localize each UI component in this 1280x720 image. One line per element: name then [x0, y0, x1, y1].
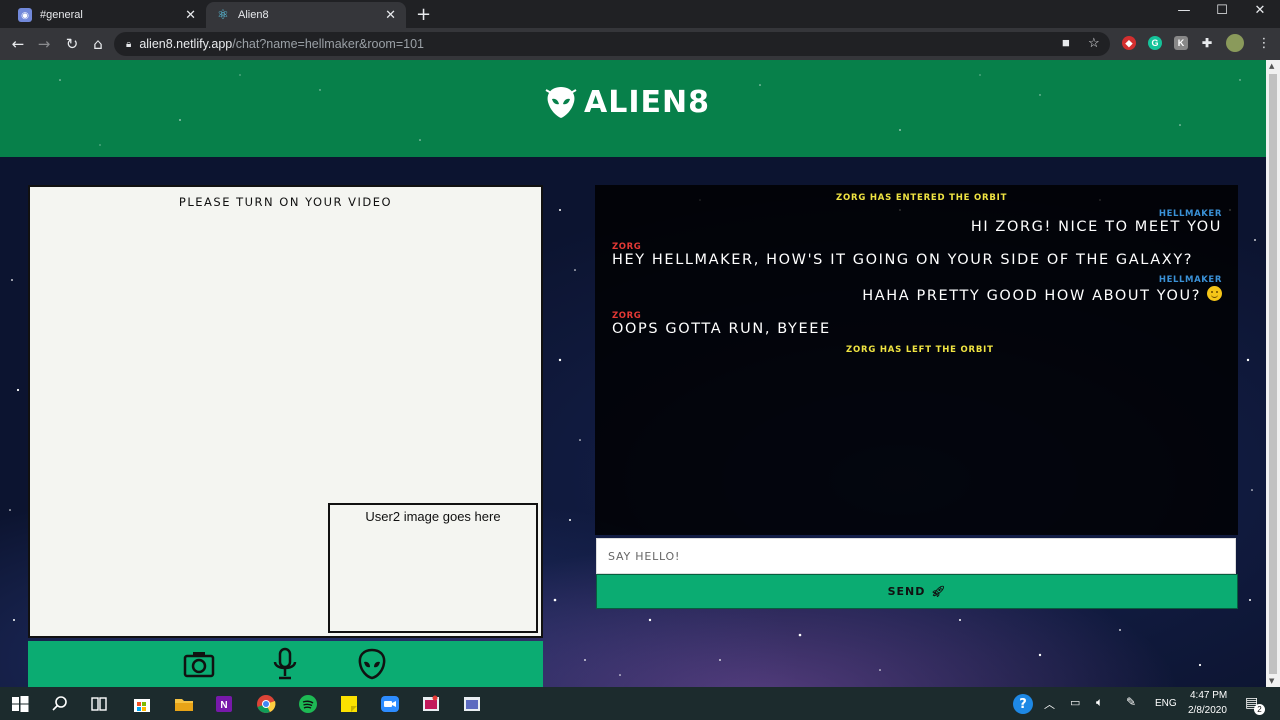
extension-k-icon[interactable]: K [1174, 36, 1188, 50]
rocket-icon: 🚀︎ [931, 585, 947, 598]
send-button[interactable]: SEND 🚀︎ [596, 574, 1238, 609]
microphone-icon[interactable] [268, 647, 302, 681]
minimize-button[interactable]: — [1166, 3, 1202, 18]
scroll-down-arrow-icon[interactable]: ▼ [1269, 677, 1274, 685]
extension-shield-icon[interactable]: ◆ [1122, 36, 1136, 50]
message-text: HAHA PRETTY GOOD HOW ABOUT YOU? [862, 288, 1201, 304]
message-sender: HELLMAKER [1158, 209, 1222, 219]
volume-icon[interactable]: 🔈︎ [1096, 695, 1103, 710]
message-sender: ZORG [612, 311, 642, 321]
send-button-label: SEND [887, 585, 926, 598]
spotify-icon[interactable] [296, 692, 320, 716]
battery-icon[interactable]: ▭ [1070, 696, 1080, 709]
store-icon[interactable] [130, 692, 154, 716]
profile-avatar-icon[interactable] [1226, 34, 1244, 52]
tab-alien8[interactable]: ⚛ Alien8 ✕ [206, 2, 406, 28]
message-input[interactable] [596, 538, 1236, 574]
app-header: ALIEN8 [0, 60, 1266, 157]
back-icon[interactable]: ← [8, 34, 28, 54]
forward-icon[interactable]: → [34, 34, 54, 54]
browser-tab-bar: ◉ #general ✕ ⚛ Alien8 ✕ + — ☐ ✕ [0, 0, 1280, 28]
window-close-button[interactable]: ✕ [1242, 3, 1278, 18]
message-text: HEY HELLMAKER, HOW'S IT GOING ON YOUR SI… [612, 252, 1194, 268]
user2-placeholder-text: User2 image goes here [365, 509, 501, 524]
message-row: HAHA PRETTY GOOD HOW ABOUT YOU? [862, 286, 1222, 304]
maximize-button[interactable]: ☐ [1204, 3, 1240, 18]
windows-taskbar: N ? ︿ ▭ 🔈︎ ✎ ENG 4:47 PM 2/8/2020 ▤ 2 [0, 687, 1280, 720]
url-host: alien8.netlify.app [139, 37, 233, 51]
video-panel: PLEASE TURN ON YOUR VIDEO User2 image go… [28, 185, 543, 638]
chat-messages-panel: ZORG HAS ENTERED THE ORBIT HELLMAKER HI … [595, 185, 1238, 535]
message-sender: HELLMAKER [1158, 275, 1222, 285]
app-window-icon[interactable] [419, 692, 443, 716]
menu-icon[interactable]: ⋮ [1254, 34, 1274, 54]
media-controls-bar [28, 641, 543, 687]
discord-favicon-icon: ◉ [18, 8, 32, 22]
reload-icon[interactable]: ↻ [62, 34, 82, 54]
user2-video-box: User2 image goes here [328, 503, 538, 633]
scroll-up-arrow-icon[interactable]: ▲ [1269, 62, 1274, 70]
address-bar[interactable]: 🔒︎ alien8.netlify.app/chat?name=hellmake… [114, 32, 1110, 56]
app-logo: ALIEN8 [544, 84, 710, 120]
new-tab-button[interactable]: + [416, 4, 431, 25]
scrollbar-thumb[interactable] [1269, 74, 1277, 674]
message-sender: ZORG [612, 242, 642, 252]
onenote-icon[interactable]: N [212, 692, 236, 716]
show-hidden-icons-icon[interactable]: ︿ [1044, 696, 1055, 712]
camera-blocked-icon[interactable]: ■ [1062, 35, 1070, 50]
home-icon[interactable]: ⌂ [88, 34, 108, 54]
pen-icon[interactable]: ✎ [1126, 695, 1136, 709]
notification-count-badge: 2 [1254, 704, 1265, 715]
help-icon[interactable]: ? [1013, 694, 1033, 714]
tab-close-icon[interactable]: ✕ [185, 7, 196, 23]
video-prompt: PLEASE TURN ON YOUR VIDEO [178, 195, 393, 209]
tab-title: #general [40, 9, 83, 21]
tab-general[interactable]: ◉ #general ✕ [8, 2, 206, 28]
photos-icon[interactable] [460, 692, 484, 716]
message-text: OOPS GOTTA RUN, BYEEE [612, 321, 831, 337]
chrome-icon[interactable] [254, 692, 278, 716]
smiley-emoji-icon [1207, 286, 1222, 301]
page-scrollbar[interactable]: ▲ ▼ [1266, 60, 1280, 687]
system-message-left: ZORG HAS LEFT THE ORBIT [846, 345, 994, 355]
windows-start-icon[interactable] [8, 692, 32, 716]
sticky-notes-icon[interactable] [337, 692, 361, 716]
clock-time[interactable]: 4:47 PM [1190, 690, 1227, 701]
input-language[interactable]: ENG [1155, 698, 1177, 709]
search-icon[interactable] [48, 692, 72, 716]
svg-text:N: N [220, 700, 227, 711]
grammarly-extension-icon[interactable]: G [1148, 36, 1162, 50]
alien-icon[interactable] [355, 647, 389, 681]
tab-close-icon[interactable]: ✕ [385, 7, 396, 23]
extensions-icon[interactable]: ✚ [1200, 36, 1214, 50]
camera-icon[interactable] [182, 647, 216, 681]
zoom-icon[interactable] [378, 692, 402, 716]
bookmark-star-icon[interactable]: ☆ [1088, 35, 1100, 51]
message-text: HI ZORG! NICE TO MEET YOU [970, 219, 1222, 235]
lock-icon: 🔒︎ [126, 38, 132, 50]
system-message-entered: ZORG HAS ENTERED THE ORBIT [836, 193, 1008, 203]
chat-page: ALIEN8 PLEASE TURN ON YOUR VIDEO User2 i… [0, 60, 1266, 687]
url-path: /chat?name=hellmaker&room=101 [232, 37, 424, 51]
alien-logo-icon [545, 87, 577, 118]
browser-toolbar: ← → ↻ ⌂ 🔒︎ alien8.netlify.app/chat?name=… [0, 28, 1280, 60]
file-explorer-icon[interactable] [172, 692, 196, 716]
app-name: ALIEN8 [584, 84, 710, 120]
react-favicon-icon: ⚛ [217, 7, 229, 22]
tab-title: Alien8 [238, 9, 269, 21]
task-view-icon[interactable] [87, 692, 111, 716]
clock-date[interactable]: 2/8/2020 [1188, 705, 1227, 716]
